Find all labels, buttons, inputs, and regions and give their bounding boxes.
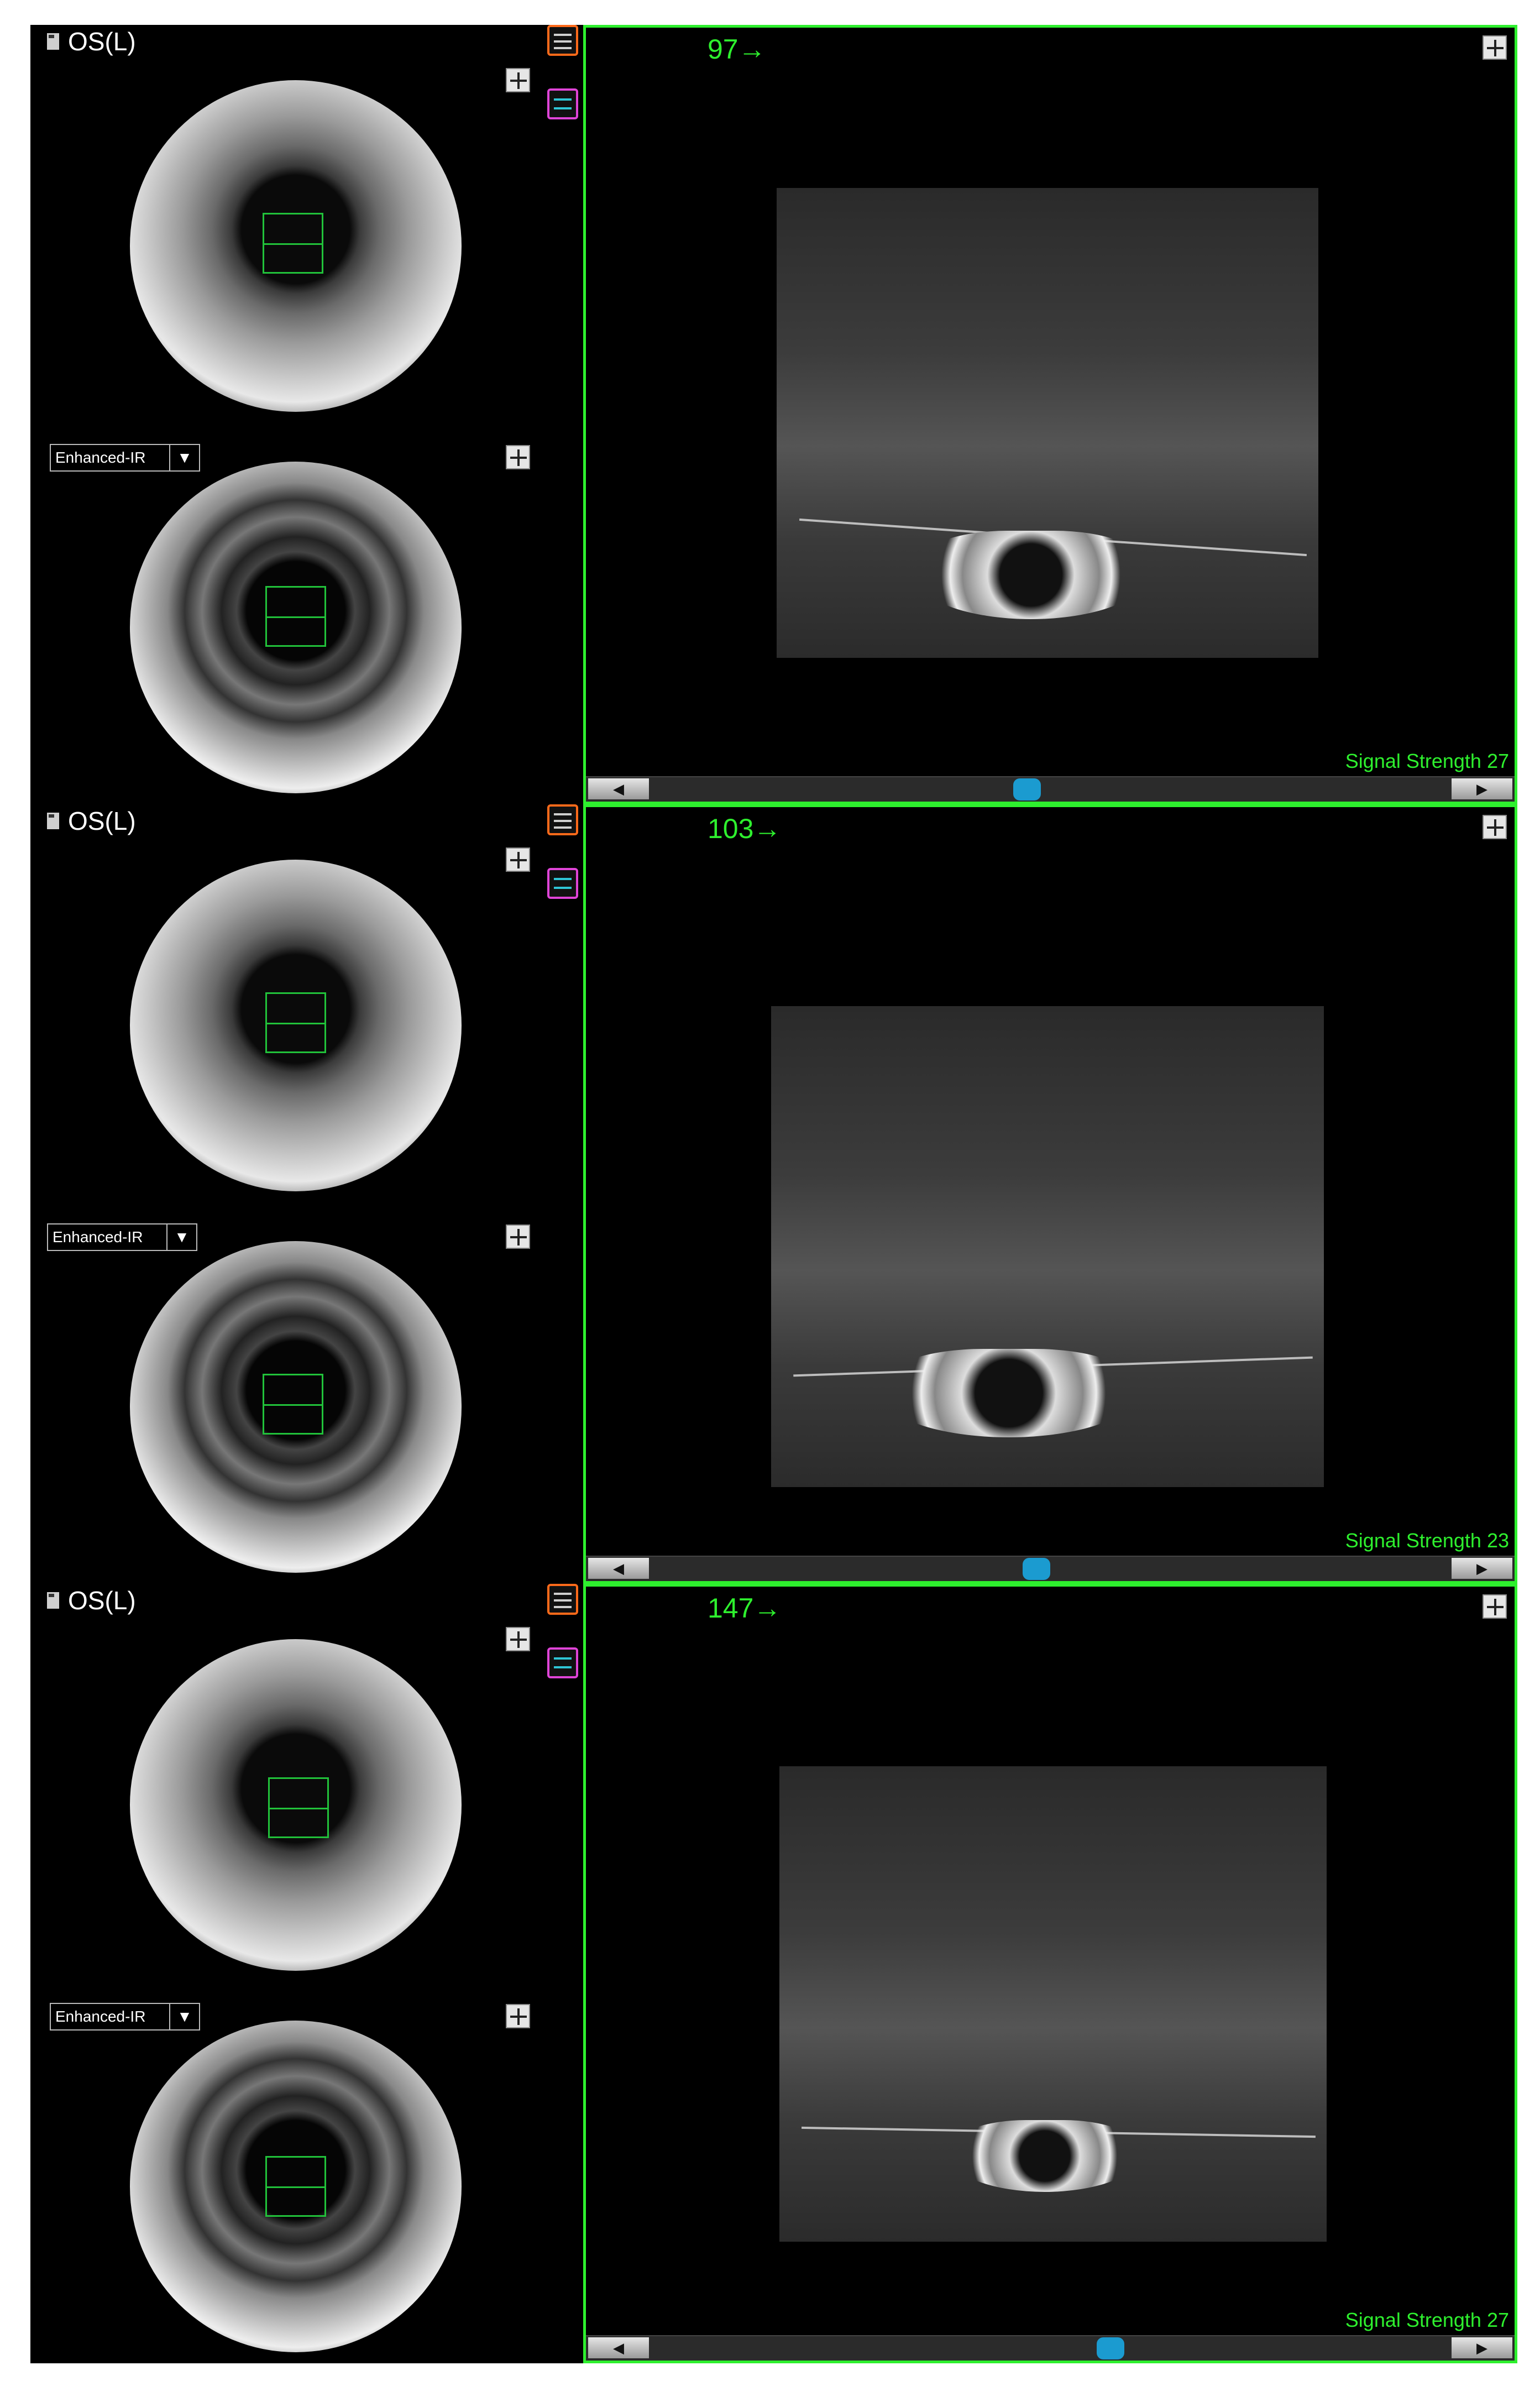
eye-label: OS(L) [47, 1584, 136, 1617]
arrow-left-icon[interactable]: ◀ [588, 778, 649, 799]
fundus-column: OS(L) Enhanced-IR ▼ [30, 1584, 583, 2363]
signal-strength: Signal Strength 23 [1345, 1529, 1509, 1552]
scroll-thumb[interactable] [1097, 2337, 1124, 2359]
layers-icon-line [554, 40, 572, 43]
scan-region-box[interactable] [263, 1374, 323, 1435]
arrow-right-icon[interactable]: ▶ [1452, 1558, 1512, 1579]
stack-tool-button[interactable] [547, 1647, 578, 1678]
fundus-image-top [130, 1639, 462, 1971]
fundus-image-top [130, 860, 462, 1191]
eye-label-text: OS(L) [68, 27, 136, 56]
chevron-down-icon: ▼ [169, 2004, 199, 2029]
oct-bscan-viewer[interactable]: 147→ Signal Strength 27 ◀ ▶ [583, 1584, 1517, 2363]
dropdown-value: Enhanced-IR [55, 449, 146, 466]
stack-icon [554, 1657, 572, 1660]
slice-scrollbar[interactable]: ◀ ▶ [586, 2335, 1515, 2361]
eye-label-text: OS(L) [68, 1586, 136, 1615]
fundus-image-top [130, 80, 462, 412]
signal-strength: Signal Strength 27 [1345, 750, 1509, 772]
image-mode-dropdown[interactable]: Enhanced-IR ▼ [50, 2003, 200, 2031]
scan-position-label: 147→ [708, 1593, 782, 1624]
stack-icon [554, 98, 572, 101]
layers-tool-button[interactable] [547, 1584, 578, 1615]
layers-icon-line [554, 826, 572, 829]
scan-region-box[interactable] [265, 586, 326, 647]
scan-region-box[interactable] [263, 213, 323, 274]
oct-image [771, 1006, 1324, 1487]
fundus-column: OS(L) Enhanced-IR ▼ [30, 25, 583, 804]
scan-region-box[interactable] [268, 1777, 329, 1838]
expand-icon[interactable] [506, 847, 530, 872]
scroll-thumb[interactable] [1013, 778, 1041, 800]
lesion-region [915, 531, 1147, 619]
arrow-left-icon[interactable]: ◀ [588, 1558, 649, 1579]
chevron-down-icon: ▼ [166, 1224, 196, 1250]
eye-label: OS(L) [47, 25, 136, 58]
fundus-column: OS(L) Enhanced-IR ▼ [30, 804, 583, 1584]
arrow-right-icon[interactable]: ▶ [1452, 2337, 1512, 2358]
fundus-image-enhanced [130, 1241, 462, 1573]
stack-tool-button[interactable] [547, 868, 578, 899]
lesion-region [951, 2120, 1139, 2192]
scan-panel-3: OS(L) Enhanced-IR ▼ 147→ Signal Strength… [30, 1584, 1517, 2363]
layers-icon-line [554, 47, 572, 49]
stack-icon [554, 878, 572, 880]
layers-icon-line [554, 1599, 572, 1602]
fundus-image-enhanced [130, 462, 462, 793]
scroll-thumb[interactable] [1022, 1558, 1050, 1580]
layers-icon [554, 813, 572, 815]
signal-strength: Signal Strength 27 [1345, 2309, 1509, 2331]
layers-tool-button[interactable] [547, 804, 578, 835]
expand-icon[interactable] [506, 1627, 530, 1651]
arrow-right-icon[interactable]: ▶ [1452, 778, 1512, 799]
dropdown-value: Enhanced-IR [53, 1228, 143, 1246]
scan-region-box[interactable] [265, 2156, 326, 2217]
scan-region-box[interactable] [265, 992, 326, 1053]
stack-tool-button[interactable] [547, 88, 578, 119]
stack-icon-line [554, 1666, 572, 1668]
oct-bscan-viewer[interactable]: 97→ Signal Strength 27 ◀ ▶ [583, 25, 1517, 804]
document-icon [47, 1592, 59, 1609]
expand-icon[interactable] [1483, 1594, 1507, 1619]
layers-icon [554, 34, 572, 36]
stack-icon-line [554, 887, 572, 889]
scan-position-label: 97→ [708, 34, 766, 65]
expand-icon[interactable] [506, 2004, 530, 2028]
oct-image [777, 188, 1318, 658]
chevron-down-icon: ▼ [169, 445, 199, 470]
stack-icon-line [554, 107, 572, 109]
expand-icon[interactable] [1483, 35, 1507, 60]
slice-scrollbar[interactable]: ◀ ▶ [586, 776, 1515, 802]
layers-icon-line [554, 820, 572, 822]
layers-icon-line [554, 1606, 572, 1608]
eye-label: OS(L) [47, 804, 136, 838]
lesion-region [882, 1349, 1136, 1437]
oct-bscan-viewer[interactable]: 103→ Signal Strength 23 ◀ ▶ [583, 804, 1517, 1584]
arrow-left-icon[interactable]: ◀ [588, 2337, 649, 2358]
layers-icon [554, 1593, 572, 1595]
slice-scrollbar[interactable]: ◀ ▶ [586, 1556, 1515, 1581]
scan-position-label: 103→ [708, 813, 782, 844]
expand-icon[interactable] [1483, 815, 1507, 839]
image-mode-dropdown[interactable]: Enhanced-IR ▼ [50, 444, 200, 472]
dropdown-value: Enhanced-IR [55, 2008, 146, 2025]
image-mode-dropdown[interactable]: Enhanced-IR ▼ [47, 1223, 197, 1251]
expand-icon[interactable] [506, 1224, 530, 1249]
eye-label-text: OS(L) [68, 807, 136, 835]
oct-image [779, 1766, 1327, 2242]
scan-panel-2: OS(L) Enhanced-IR ▼ 103→ Signal Strength… [30, 804, 1517, 1584]
fundus-image-enhanced [130, 2021, 462, 2352]
scan-panel-1: OS(L) Enhanced-IR ▼ 97→ Signal Strength … [30, 25, 1517, 804]
document-icon [47, 813, 59, 829]
expand-icon[interactable] [506, 445, 530, 469]
document-icon [47, 33, 59, 50]
expand-icon[interactable] [506, 68, 530, 92]
layers-tool-button[interactable] [547, 25, 578, 56]
